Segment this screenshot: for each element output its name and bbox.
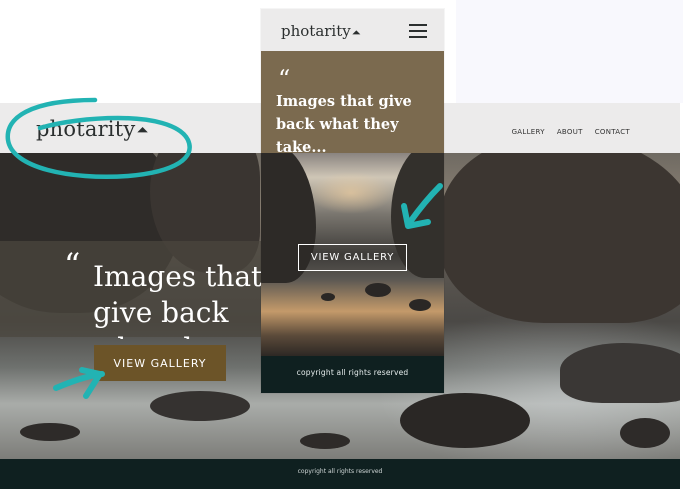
mobile-logo[interactable]: photarity⏶ <box>281 22 361 40</box>
desktop-footer-text: copyright all rights reserved <box>297 468 383 475</box>
nav-about-link[interactable]: ABOUT <box>557 128 583 136</box>
desktop-logo[interactable]: photarity⏶ <box>36 117 149 141</box>
rock <box>300 433 350 449</box>
hamburger-menu-icon[interactable] <box>409 24 427 38</box>
logo-text: photarity <box>281 22 351 40</box>
mobile-headline: Images that give back what they take... <box>276 93 412 156</box>
nav-gallery-link[interactable]: GALLERY <box>512 128 545 136</box>
mobile-quote-panel: “ Images that give back what they take..… <box>261 51 444 156</box>
desktop-footer: copyright all rights reserved <box>0 459 680 489</box>
rock <box>321 293 335 301</box>
mobile-footer: copyright all rights reserved <box>261 356 444 393</box>
rock <box>150 391 250 421</box>
rock <box>440 153 680 323</box>
mobile-quote-mark: “ <box>278 65 291 93</box>
logo-chevron-icon: ⏶ <box>136 121 149 139</box>
mobile-view-gallery-button[interactable]: VIEW GALLERY <box>298 244 407 271</box>
background-panel <box>456 0 683 103</box>
mobile-footer-text: copyright all rights reserved <box>296 368 409 377</box>
rock <box>20 423 80 441</box>
rock <box>620 418 670 448</box>
logo-chevron-icon: ⏶ <box>351 26 361 39</box>
desktop-nav: GALLERY ABOUT CONTACT <box>512 128 630 136</box>
mobile-hero-image: VIEW GALLERY <box>261 153 444 356</box>
rock <box>409 299 431 311</box>
mobile-header: photarity⏶ <box>261 9 444 51</box>
desktop-headline: Images that give back what they take... <box>93 260 263 339</box>
desktop-view-gallery-button[interactable]: VIEW GALLERY <box>94 345 226 381</box>
rock <box>400 393 530 448</box>
desktop-quote-mark: “ <box>64 246 81 284</box>
nav-contact-link[interactable]: CONTACT <box>595 128 630 136</box>
rock <box>560 343 680 403</box>
mobile-mockup: photarity⏶ “ Images that give back what … <box>261 9 444 393</box>
logo-text: photarity <box>36 117 136 141</box>
rock <box>365 283 391 297</box>
